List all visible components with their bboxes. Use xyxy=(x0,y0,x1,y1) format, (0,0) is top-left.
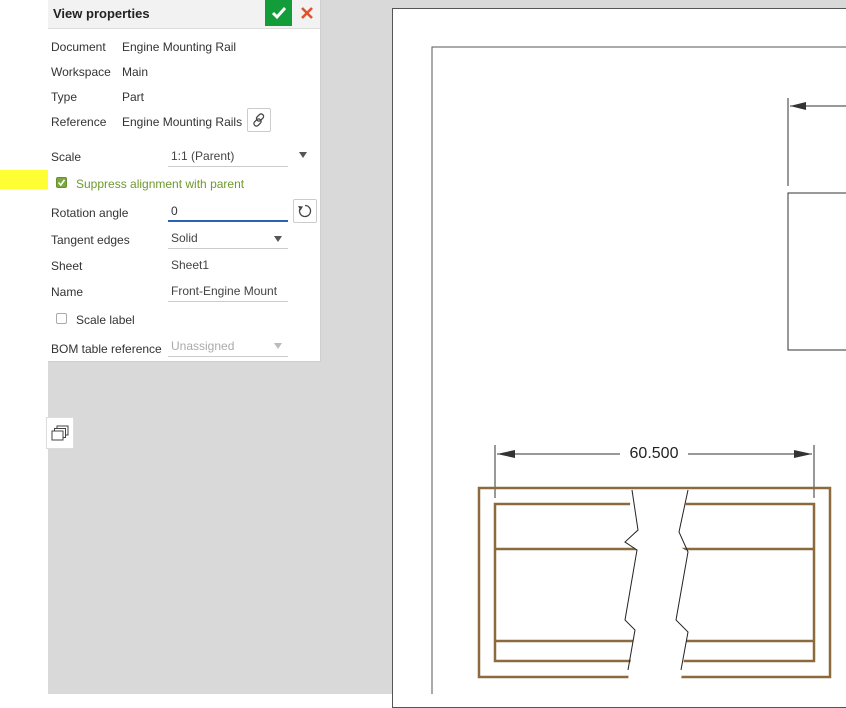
type-value: Part xyxy=(122,90,145,104)
dropdown-arrow-icon[interactable] xyxy=(274,236,282,242)
workspace-label: Workspace xyxy=(51,65,111,79)
workspace-value: Main xyxy=(122,65,149,79)
rotation-angle-label: Rotation angle xyxy=(51,206,129,220)
reference-link-button[interactable] xyxy=(247,108,271,132)
dropdown-arrow-icon[interactable] xyxy=(274,343,282,349)
close-icon xyxy=(301,7,313,19)
dimension-label[interactable]: 60.500 xyxy=(620,445,688,463)
check-icon xyxy=(271,7,286,20)
tangent-edges-label: Tangent edges xyxy=(51,233,130,247)
scale-label-checkbox[interactable] xyxy=(56,313,67,324)
panel-header: View properties xyxy=(48,0,320,29)
reference-label: Reference xyxy=(51,115,107,129)
tangent-edges-dropdown[interactable]: Solid xyxy=(168,229,288,249)
document-value: Engine Mounting Rail xyxy=(122,40,237,54)
reset-rotation-button[interactable] xyxy=(293,199,317,223)
right-view-outline xyxy=(787,192,846,351)
reference-value: Engine Mounting Rails xyxy=(122,115,243,129)
bom-table-dropdown[interactable]: Unassigned xyxy=(168,337,288,357)
type-label: Type xyxy=(51,90,78,104)
name-input[interactable]: Front-Engine Mount xyxy=(168,282,288,302)
dropdown-arrow-icon[interactable] xyxy=(299,152,307,158)
scale-dropdown[interactable]: 1:1 (Parent) xyxy=(168,147,288,167)
top-view-arrowhead xyxy=(790,102,806,110)
dim-arrow-left xyxy=(497,450,515,458)
name-label: Name xyxy=(51,285,84,299)
stacked-views-button[interactable] xyxy=(46,417,74,449)
link-icon xyxy=(253,113,265,127)
check-icon xyxy=(57,179,66,187)
scale-label: Scale xyxy=(51,150,82,164)
sheet-value: Sheet1 xyxy=(171,258,210,272)
sheet-label: Sheet xyxy=(51,259,83,273)
suppress-alignment-label[interactable]: Suppress alignment with parent xyxy=(76,177,244,191)
cancel-button[interactable] xyxy=(296,2,318,24)
break-gap xyxy=(625,490,688,680)
suppress-alignment-checkbox[interactable] xyxy=(56,177,67,188)
confirm-button[interactable] xyxy=(265,0,292,26)
panel-title: View properties xyxy=(53,6,150,21)
view-properties-panel: View properties Document Engine Mounting… xyxy=(48,0,321,362)
rotation-angle-input[interactable]: 0 xyxy=(168,202,288,222)
document-label: Document xyxy=(51,40,106,54)
stacked-views-icon xyxy=(51,425,69,441)
reset-rotation-icon xyxy=(298,204,312,218)
bom-table-label: BOM table reference xyxy=(51,342,162,356)
dim-arrow-right xyxy=(794,450,812,458)
scale-label-text[interactable]: Scale label xyxy=(76,313,135,327)
